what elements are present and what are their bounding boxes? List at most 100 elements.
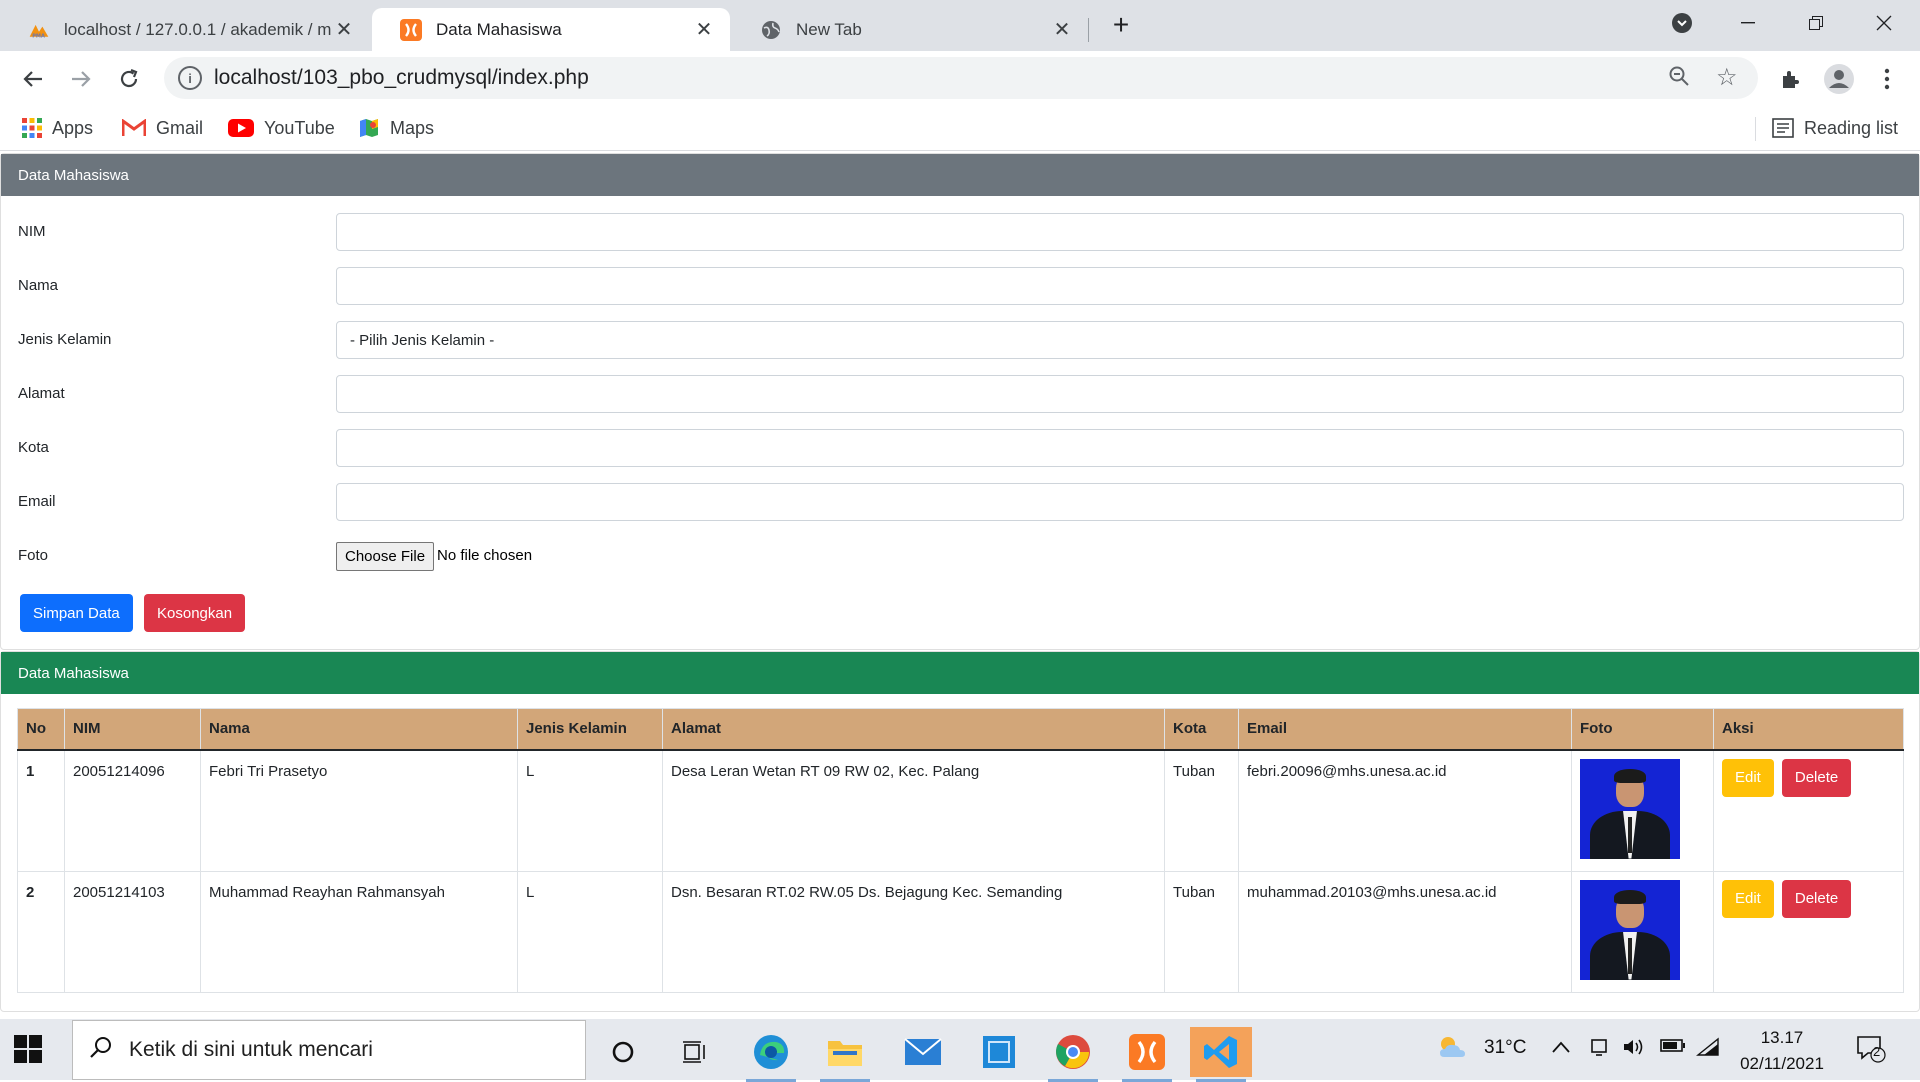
reload-button[interactable] <box>112 62 146 96</box>
table-header-row: No NIM Nama Jenis Kelamin Alamat Kota Em… <box>17 708 1904 751</box>
bookmark-maps[interactable]: Maps <box>358 116 434 140</box>
tab-phpmyadmin[interactable]: PMA localhost / 127.0.0.1 / akademik / m… <box>0 8 370 51</box>
bookmark-star-icon[interactable]: ☆ <box>1716 63 1738 92</box>
tab-data-mahasiswa[interactable]: Data Mahasiswa ✕ <box>372 8 730 51</box>
tab-new-tab[interactable]: New Tab ✕ <box>732 8 1088 51</box>
windows-start-button[interactable] <box>14 1035 42 1063</box>
cell-no: 1 <box>17 749 65 872</box>
email-input[interactable] <box>336 483 1904 521</box>
taskbar-search-box[interactable]: Ketik di sini untuk mencari <box>72 1020 586 1080</box>
puzzle-icon <box>1783 71 1799 88</box>
column-header: Kota <box>1164 708 1239 751</box>
cell-nim: 20051214103 <box>64 870 201 993</box>
cell-kota: Tuban <box>1164 749 1239 872</box>
store-icon <box>983 1036 1015 1068</box>
taskbar-chrome[interactable] <box>1042 1027 1104 1082</box>
cell-alamat: Dsn. Besaran RT.02 RW.05 Ds. Bejagung Ke… <box>662 870 1165 993</box>
page-content: Data Mahasiswa NIM Nama Jenis Kelamin - … <box>0 153 1920 1019</box>
column-header: No <box>17 708 65 751</box>
volume-icon[interactable] <box>1622 1037 1646 1063</box>
delete-button[interactable]: Delete <box>1781 879 1852 918</box>
taskbar-store[interactable] <box>968 1027 1030 1077</box>
globe-icon <box>760 19 782 41</box>
bookmark-youtube[interactable]: YouTube <box>228 116 335 140</box>
bookmark-gmail[interactable]: Gmail <box>122 116 203 140</box>
taskbar-file-explorer[interactable] <box>814 1027 876 1082</box>
tab-search-button[interactable] <box>1658 8 1706 38</box>
taskbar-clock[interactable]: 13.17 02/11/2021 <box>1722 1025 1842 1077</box>
task-view-icon <box>683 1041 705 1063</box>
jenis-kelamin-select[interactable]: - Pilih Jenis Kelamin - <box>336 321 1904 359</box>
field-label: Jenis Kelamin <box>18 331 112 348</box>
search-icon <box>89 1035 113 1066</box>
close-window-button[interactable] <box>1860 8 1908 38</box>
edit-button[interactable]: Edit <box>1722 758 1774 797</box>
field-label: Email <box>18 493 56 510</box>
address-bar[interactable]: i localhost/103_pbo_crudmysql/index.php … <box>164 57 1758 99</box>
taskbar-edge[interactable] <box>740 1027 802 1082</box>
field-label: Foto <box>18 547 49 564</box>
reading-list-label: Reading list <box>1804 117 1899 138</box>
nim-input[interactable] <box>336 213 1904 251</box>
wifi-icon[interactable] <box>1696 1037 1720 1063</box>
reading-list-button[interactable]: Reading list <box>1772 116 1898 140</box>
arrow-left-icon <box>23 71 42 87</box>
xampp-icon <box>1129 1034 1165 1070</box>
task-view-button[interactable] <box>664 1027 726 1077</box>
cell-jenis-kelamin: L <box>517 870 663 993</box>
back-button[interactable] <box>16 62 50 96</box>
edit-button[interactable]: Edit <box>1722 879 1774 918</box>
field-label: Nama <box>18 277 59 294</box>
youtube-icon <box>228 119 254 137</box>
taskbar-vscode[interactable] <box>1190 1027 1252 1082</box>
meet-now-icon[interactable] <box>1590 1037 1608 1063</box>
battery-icon[interactable] <box>1660 1037 1686 1059</box>
temperature: 31°C <box>1484 1037 1527 1058</box>
close-icon[interactable]: ✕ <box>332 18 356 42</box>
reading-list-icon <box>1772 118 1794 138</box>
restore-button[interactable] <box>1792 8 1840 38</box>
field-label: NIM <box>18 223 46 240</box>
phpmyadmin-icon: PMA <box>28 19 50 41</box>
cortana-button[interactable] <box>592 1027 654 1077</box>
cell-kota: Tuban <box>1164 870 1239 993</box>
mail-icon <box>904 1038 942 1065</box>
taskbar-xampp[interactable] <box>1116 1027 1178 1082</box>
kota-input[interactable] <box>336 429 1904 467</box>
weather-icon[interactable] <box>1436 1033 1468 1067</box>
column-header: Nama <box>200 708 518 751</box>
cell-aksi: Edit Delete <box>1713 749 1904 872</box>
close-icon[interactable]: ✕ <box>1050 18 1074 42</box>
bookmark-apps[interactable]: Apps <box>22 116 93 140</box>
chevron-up-icon[interactable] <box>1552 1037 1570 1059</box>
extensions-button[interactable] <box>1774 62 1808 96</box>
student-photo <box>1580 879 1680 980</box>
cell-email: febri.20096@mhs.unesa.ac.id <box>1238 749 1572 872</box>
taskbar-mail[interactable] <box>892 1027 954 1077</box>
chevron-down-icon <box>1672 13 1692 33</box>
minimize-button[interactable] <box>1724 8 1772 38</box>
form-card-header: Data Mahasiswa <box>1 154 1919 196</box>
table-card-header: Data Mahasiswa <box>1 652 1919 694</box>
menu-button[interactable] <box>1870 62 1904 96</box>
alamat-input[interactable] <box>336 375 1904 413</box>
notification-button[interactable]: 2 <box>1856 1035 1886 1069</box>
zoom-icon[interactable] <box>1668 65 1690 93</box>
field-jenis-kelamin: Jenis Kelamin - Pilih Jenis Kelamin - <box>18 321 1904 359</box>
clock-time: 13.17 <box>1760 1028 1804 1047</box>
url-text[interactable]: localhost/103_pbo_crudmysql/index.php <box>214 66 589 90</box>
close-icon[interactable]: ✕ <box>692 18 716 42</box>
new-tab-button[interactable]: + <box>1104 8 1138 42</box>
forward-button[interactable] <box>64 62 98 96</box>
info-icon[interactable]: i <box>178 66 202 90</box>
simpan-data-button[interactable]: Simpan Data <box>20 594 133 632</box>
delete-button[interactable]: Delete <box>1781 758 1852 797</box>
form-card: Data Mahasiswa NIM Nama Jenis Kelamin - … <box>0 153 1920 650</box>
profile-button[interactable] <box>1822 62 1856 96</box>
choose-file-button[interactable]: Choose File <box>336 542 435 571</box>
student-photo <box>1580 758 1680 859</box>
kosongkan-button[interactable]: Kosongkan <box>144 594 246 632</box>
browser-toolbar: i localhost/103_pbo_crudmysql/index.php … <box>0 51 1920 105</box>
field-label: Alamat <box>18 385 65 402</box>
nama-input[interactable] <box>336 267 1904 305</box>
